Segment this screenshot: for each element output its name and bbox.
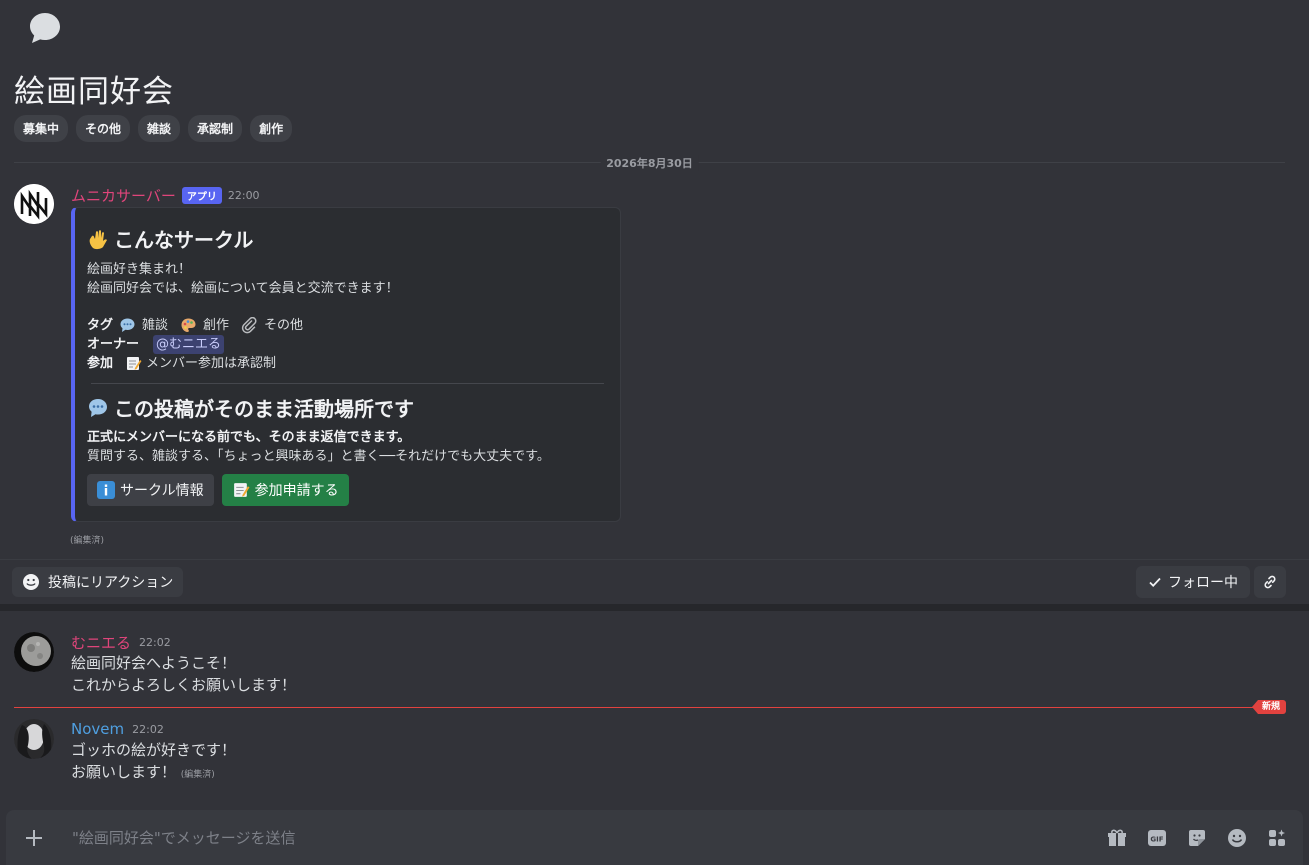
edited-marker: (編集済) (70, 536, 105, 546)
new-messages-badge: 新規 (1252, 700, 1287, 714)
field-owner: オーナー @むニエる (87, 335, 303, 354)
portrait-avatar-icon (14, 719, 54, 759)
message-line: 絵画同好会へようこそ！ (71, 654, 237, 672)
user-avatar[interactable] (14, 632, 54, 672)
field-label: 参加 (87, 356, 114, 371)
embed-buttons: サークル情報 参加申請する (87, 474, 349, 506)
thread-title: 絵画同好会 (14, 74, 174, 110)
embed-separator (91, 383, 604, 384)
apps-icon[interactable] (1266, 827, 1288, 849)
memo-icon (233, 483, 250, 497)
embed-title: こんなサークル (87, 224, 253, 253)
section-bold-text: 正式にメンバーになる前でも、そのまま返信できます。 (87, 430, 411, 445)
field-label: オーナー (87, 337, 140, 352)
link-icon (1264, 575, 1276, 589)
embed-section-body: 正式にメンバーになる前でも、そのまま返信できます。 質問する、雑談する、「ちょっ… (87, 428, 550, 466)
paperclip-icon (241, 317, 257, 334)
message-timestamp[interactable]: 22:02 (132, 723, 164, 736)
speech-bubble-icon (120, 318, 135, 332)
tag-value: その他 (264, 318, 304, 333)
join-request-button[interactable]: 参加申請する (221, 474, 349, 506)
divider (0, 559, 1309, 560)
embed-description-line: 絵画好き集まれ！ (87, 262, 192, 277)
moon-avatar-icon (14, 632, 54, 672)
tag-chip[interactable]: 雑談 (138, 115, 181, 142)
message-line: これからよろしくお願いします！ (71, 676, 297, 694)
join-value: メンバー参加は承認制 (146, 356, 277, 371)
waving-hand-icon (89, 229, 107, 249)
react-to-post-button[interactable]: 投稿にリアクション (12, 567, 184, 597)
message-header: むニエる 22:02 (71, 632, 171, 653)
message-header: Novem 22:02 (71, 720, 164, 738)
user-avatar[interactable] (14, 719, 54, 759)
embed-fields: タグ 雑談 創作 その他 オーナー @むニエる 参加 メンバー参加は承認制 (87, 316, 303, 373)
tag-chip[interactable]: その他 (76, 115, 131, 142)
section-text: 質問する、雑談する、「ちょっと興味ある」と書く──それだけでも大丈夫です。 (87, 449, 550, 464)
info-icon (97, 481, 115, 499)
speech-bubble-icon (89, 398, 107, 417)
author-name[interactable]: Novem (71, 720, 124, 738)
circle-embed: こんなサークル 絵画好き集まれ！ 絵画同好会では、絵画について会員と交流できます… (71, 207, 621, 522)
forum-bubble-icon (30, 13, 60, 43)
tag-value: 創作 (203, 318, 230, 333)
bot-avatar[interactable] (14, 184, 54, 224)
embed-title-text: こんなサークル (114, 228, 254, 252)
bot-message-header: ムニカサーバー アプリ 22:00 (71, 185, 260, 206)
react-label: 投稿にリアクション (48, 575, 174, 591)
message-input[interactable] (70, 822, 974, 854)
field-join: 参加 メンバー参加は承認制 (87, 354, 303, 373)
message-timestamp[interactable]: 22:02 (139, 636, 171, 649)
circle-info-button[interactable]: サークル情報 (87, 474, 214, 506)
gif-icon[interactable]: GIF (1146, 827, 1168, 849)
new-messages-line (14, 707, 1272, 708)
message-line: お願いします！ (編集済) (71, 761, 236, 786)
message-body: 絵画同好会へようこそ！ これからよろしくお願いします！ (71, 652, 296, 696)
author-name[interactable]: ムニカサーバー (71, 185, 176, 206)
message-timestamp[interactable]: 22:00 (228, 189, 260, 202)
sticker-icon[interactable] (1186, 827, 1208, 849)
message-line: ゴッホの絵が好きです！ (71, 741, 237, 759)
tag-chip[interactable]: 募集中 (14, 115, 69, 142)
date-divider-text: 2026年8月30日 (600, 155, 699, 171)
author-name[interactable]: むニエる (71, 632, 131, 653)
app-badge: アプリ (181, 187, 222, 204)
embed-description-line: 絵画同好会では、絵画について会員と交流できます！ (87, 281, 399, 296)
tag-value: 雑談 (142, 318, 169, 333)
embed-description: 絵画好き集まれ！ 絵画同好会では、絵画について会員と交流できます！ (87, 260, 399, 298)
circle-info-label: サークル情報 (120, 483, 204, 499)
message-composer: GIF (6, 810, 1303, 865)
embed-section-title-text: この投稿がそのまま活動場所です (114, 397, 414, 421)
add-attachment-icon[interactable] (23, 827, 45, 849)
section-divider (0, 604, 1309, 611)
tag-chip[interactable]: 承認制 (188, 115, 243, 142)
palette-icon (181, 318, 196, 332)
join-request-label: 参加申請する (254, 483, 339, 499)
gift-icon[interactable] (1106, 827, 1128, 849)
embed-section-title: この投稿がそのまま活動場所です (87, 393, 414, 422)
message-body: ゴッホの絵が好きです！ お願いします！ (編集済) (71, 739, 236, 786)
bot-logo-icon (14, 184, 54, 224)
follow-label: フォロー中 (1168, 575, 1238, 591)
field-tags: タグ 雑談 創作 その他 (87, 316, 303, 335)
smiley-icon (23, 574, 39, 590)
checkmark-icon (1149, 577, 1161, 587)
follow-button[interactable]: フォロー中 (1136, 566, 1250, 598)
edited-marker: (編集済) (180, 770, 215, 780)
message-line-text: お願いします！ (71, 763, 177, 781)
copy-link-button[interactable] (1254, 566, 1286, 598)
thread-tags: 募集中 その他 雑談 承認制 創作 (14, 115, 293, 142)
date-divider: 2026年8月30日 (14, 153, 1285, 171)
emoji-icon[interactable] (1226, 827, 1248, 849)
svg-text:GIF: GIF (1150, 836, 1163, 844)
field-label: タグ (87, 318, 114, 333)
memo-icon (127, 357, 142, 370)
tag-chip[interactable]: 創作 (250, 115, 293, 142)
owner-mention[interactable]: @むニエる (153, 335, 225, 354)
